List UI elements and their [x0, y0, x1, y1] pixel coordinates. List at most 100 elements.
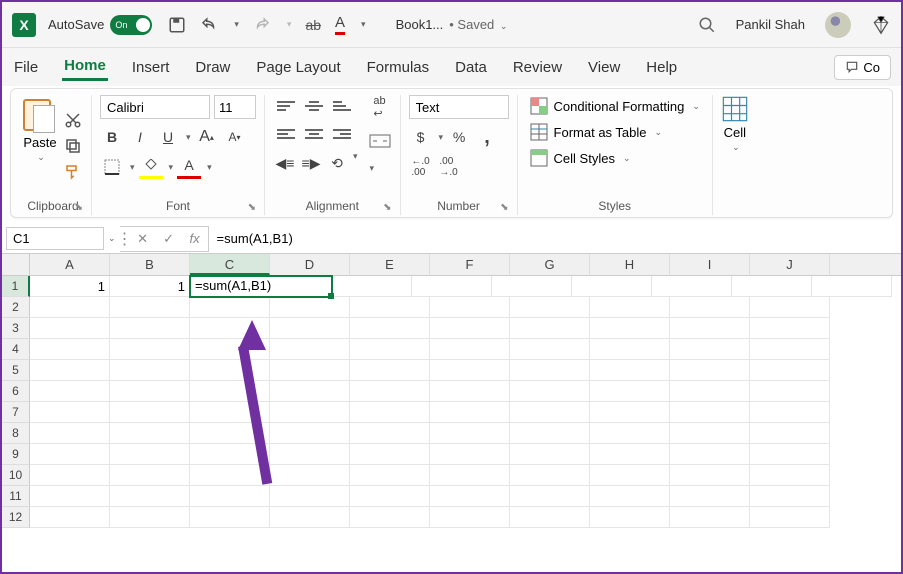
grow-font-button[interactable]: A▴	[195, 125, 219, 149]
column-header[interactable]: G	[510, 254, 590, 275]
row-header[interactable]: 8	[2, 423, 30, 444]
menu-home[interactable]: Home	[62, 53, 108, 81]
cell[interactable]	[30, 507, 110, 528]
cell[interactable]	[430, 507, 510, 528]
cell[interactable]	[750, 465, 830, 486]
cell[interactable]	[350, 402, 430, 423]
cell[interactable]	[750, 318, 830, 339]
cell[interactable]	[670, 381, 750, 402]
cell[interactable]	[110, 465, 190, 486]
cell[interactable]	[590, 444, 670, 465]
cell[interactable]	[110, 486, 190, 507]
cell[interactable]	[190, 360, 270, 381]
align-center-button[interactable]	[301, 123, 327, 145]
menu-view[interactable]: View	[586, 55, 622, 80]
wrap-text-button[interactable]: ab↩	[368, 95, 392, 119]
cell[interactable]	[190, 444, 270, 465]
strikethrough-icon[interactable]: ab	[305, 17, 321, 33]
cell[interactable]	[332, 276, 412, 297]
cell[interactable]	[510, 339, 590, 360]
cell[interactable]	[590, 360, 670, 381]
cell[interactable]	[110, 318, 190, 339]
menu-file[interactable]: File	[12, 55, 40, 80]
conditional-formatting-button[interactable]: Conditional Formatting⌄	[526, 95, 704, 117]
cell[interactable]	[590, 507, 670, 528]
cell[interactable]	[670, 402, 750, 423]
currency-button[interactable]: $	[409, 125, 433, 149]
cell[interactable]	[190, 402, 270, 423]
align-left-button[interactable]	[273, 123, 299, 145]
cell[interactable]	[110, 402, 190, 423]
cell[interactable]	[510, 381, 590, 402]
cell[interactable]	[590, 486, 670, 507]
row-header[interactable]: 5	[2, 360, 30, 381]
cell[interactable]	[750, 444, 830, 465]
row-header[interactable]: 1	[2, 276, 30, 297]
row-header[interactable]: 11	[2, 486, 30, 507]
cell[interactable]	[750, 381, 830, 402]
cell[interactable]	[270, 339, 350, 360]
file-name[interactable]: Book1...	[396, 17, 444, 32]
cell[interactable]	[110, 297, 190, 318]
cell[interactable]	[590, 423, 670, 444]
cell[interactable]	[510, 423, 590, 444]
cell[interactable]	[350, 339, 430, 360]
cell[interactable]	[270, 360, 350, 381]
format-painter-icon[interactable]	[63, 163, 83, 181]
cell[interactable]	[190, 507, 270, 528]
fill-color-button[interactable]	[139, 155, 163, 179]
chevron-down-icon[interactable]: ⌄	[108, 233, 116, 244]
enter-formula-button[interactable]: ✓	[156, 227, 182, 251]
search-icon[interactable]	[698, 16, 716, 34]
cell[interactable]	[670, 465, 750, 486]
formula-input[interactable]	[209, 228, 897, 249]
column-header[interactable]: E	[350, 254, 430, 275]
row-header[interactable]: 9	[2, 444, 30, 465]
cell[interactable]	[812, 276, 892, 297]
cell[interactable]	[750, 507, 830, 528]
cell[interactable]	[270, 444, 350, 465]
cell[interactable]	[110, 381, 190, 402]
dialog-launcher-icon[interactable]: ⬊	[248, 202, 256, 213]
column-header[interactable]: C	[190, 254, 270, 275]
cell[interactable]	[270, 318, 350, 339]
cell[interactable]	[510, 444, 590, 465]
paste-button[interactable]: Paste	[23, 135, 56, 150]
column-header[interactable]: A	[30, 254, 110, 275]
cell[interactable]	[430, 465, 510, 486]
cell[interactable]	[510, 297, 590, 318]
cell[interactable]	[190, 381, 270, 402]
cell[interactable]	[190, 486, 270, 507]
font-color-qat-icon[interactable]: A	[335, 14, 345, 35]
cell[interactable]	[430, 339, 510, 360]
cell[interactable]: =sum(A1,B1)	[189, 275, 333, 298]
font-color-button[interactable]: A	[177, 155, 201, 179]
cell[interactable]	[190, 318, 270, 339]
cell[interactable]	[670, 339, 750, 360]
undo-icon[interactable]	[200, 16, 218, 34]
cell[interactable]	[492, 276, 572, 297]
cell[interactable]	[190, 423, 270, 444]
font-name-select[interactable]	[100, 95, 210, 119]
cell[interactable]	[430, 444, 510, 465]
cell[interactable]	[510, 360, 590, 381]
menu-page-layout[interactable]: Page Layout	[254, 55, 342, 80]
cell[interactable]	[590, 318, 670, 339]
underline-button[interactable]: U	[156, 125, 180, 149]
row-header[interactable]: 12	[2, 507, 30, 528]
align-top-button[interactable]	[273, 95, 299, 117]
row-header[interactable]: 3	[2, 318, 30, 339]
cell[interactable]	[30, 360, 110, 381]
shrink-font-button[interactable]: A▾	[223, 125, 247, 149]
fx-button[interactable]: fx	[182, 227, 208, 251]
select-all-corner[interactable]	[2, 254, 30, 275]
save-status[interactable]: • Saved ⌄	[449, 17, 507, 32]
cell[interactable]	[430, 486, 510, 507]
cell[interactable]	[30, 339, 110, 360]
cell[interactable]	[350, 444, 430, 465]
cell[interactable]	[750, 297, 830, 318]
chevron-down-icon[interactable]: ▾	[370, 163, 392, 174]
cell[interactable]	[270, 402, 350, 423]
increase-indent-button[interactable]: ≡▶	[299, 151, 323, 175]
dialog-launcher-icon[interactable]: ⬊	[500, 202, 508, 213]
